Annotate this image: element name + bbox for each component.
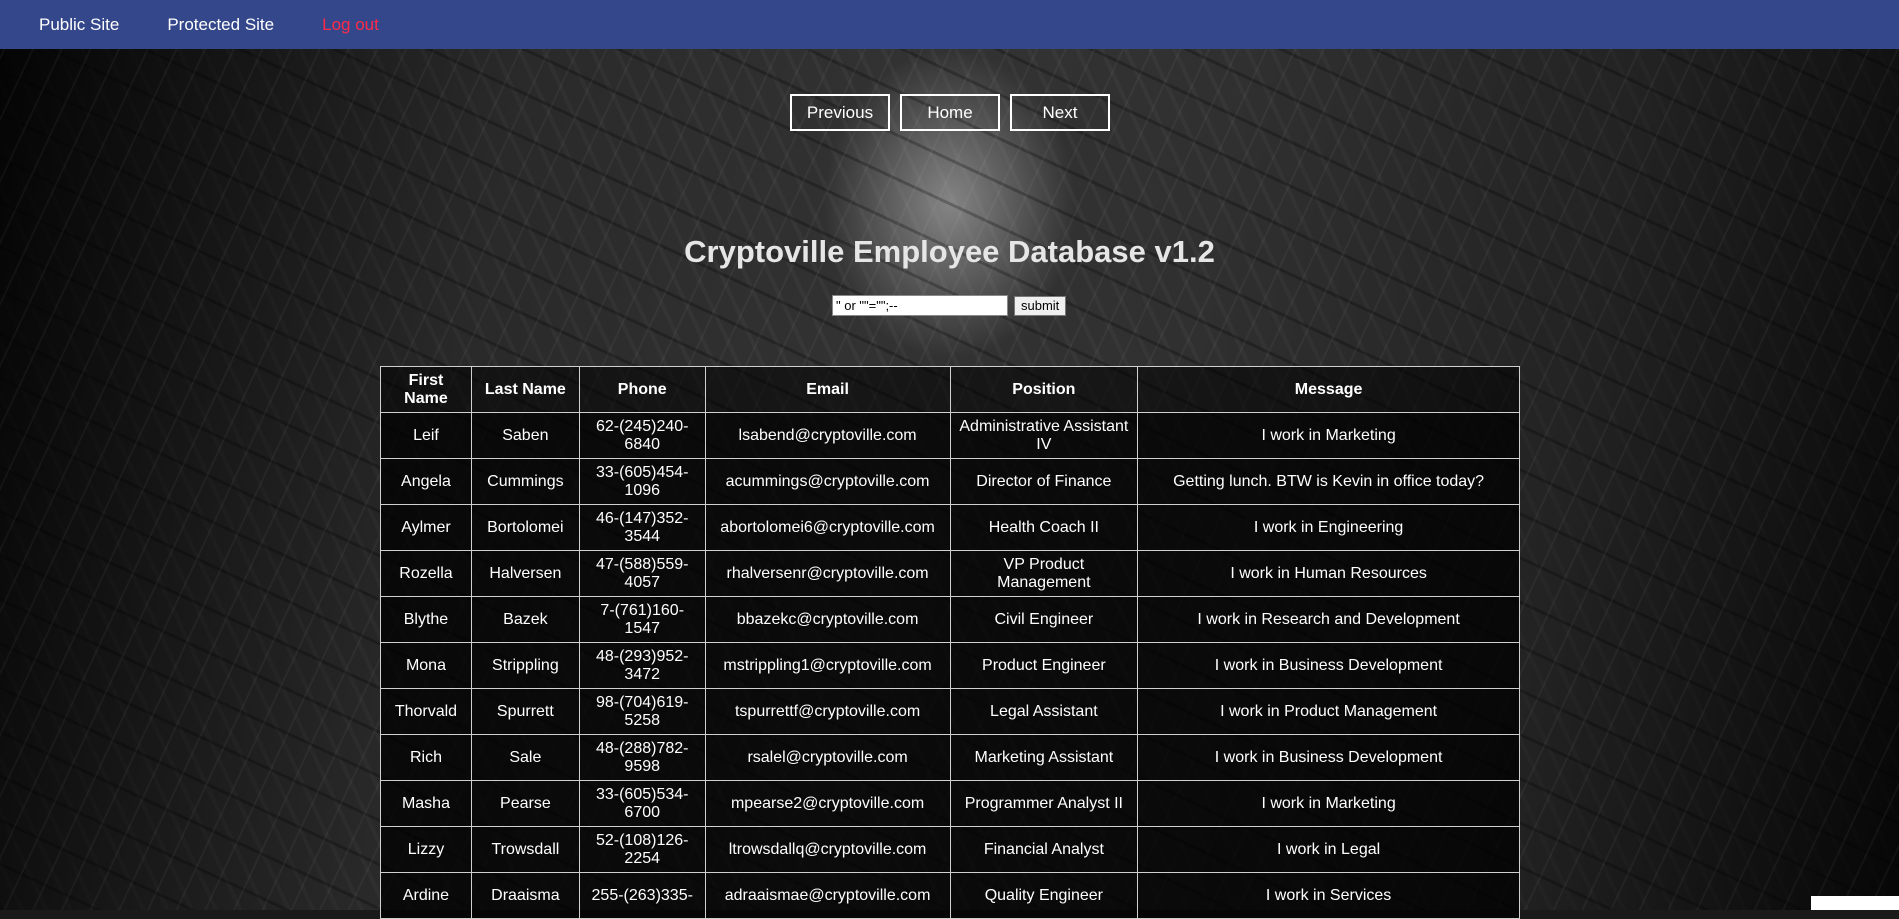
nav-protected-site-link[interactable]: Protected Site: [167, 15, 274, 35]
table-row: Leif Saben 62-(245)240-6840 lsabend@cryptov…: [380, 412, 1520, 459]
phone-cell: 7-(761)160-1547: [578, 596, 706, 643]
table-row: Rich Sale 48-(288)782-9598 rsalel@cryptovil…: [380, 734, 1520, 781]
corner-overlay: [1811, 896, 1899, 910]
table-row: Ardine Draaisma 255-(263)335- adraaismae@cr…: [380, 872, 1520, 919]
position-cell: Financial Analyst: [949, 826, 1139, 873]
email-cell: rsalel@cryptoville.com: [704, 734, 951, 781]
phone-cell: 47-(588)559-4057: [578, 550, 706, 597]
position-cell: Administrative Assistant IV: [949, 412, 1139, 459]
message-cell: I work in Marketing: [1137, 412, 1520, 459]
last-name-cell: Sale: [470, 734, 580, 781]
table-row: Rozella Halversen 47-(588)559-4057 rhalvers…: [380, 550, 1520, 597]
phone-cell: 48-(288)782-9598: [578, 734, 706, 781]
email-cell: ltrowsdallq@cryptoville.com: [704, 826, 951, 873]
message-cell: I work in Legal: [1137, 826, 1520, 873]
last-name-cell: Draaisma: [470, 872, 580, 919]
position-cell: Programmer Analyst II: [949, 780, 1139, 827]
first-name-cell: Masha: [380, 780, 472, 827]
submit-button[interactable]: submit: [1014, 295, 1067, 316]
last-name-cell: Strippling: [470, 642, 580, 689]
last-name-cell: Trowsdall: [470, 826, 580, 873]
position-cell: Director of Finance: [949, 458, 1139, 505]
message-cell: I work in Product Management: [1137, 688, 1520, 735]
phone-cell: 52-(108)126-2254: [578, 826, 706, 873]
nav-public-site-link[interactable]: Public Site: [39, 15, 119, 35]
table-row: Lizzy Trowsdall 52-(108)126-2254 ltrowsdall…: [380, 826, 1520, 873]
first-name-cell: Lizzy: [380, 826, 472, 873]
phone-cell: 98-(704)619-5258: [578, 688, 706, 735]
pagination-controls: Previous Home Next: [790, 94, 1110, 131]
first-name-cell: Mona: [380, 642, 472, 689]
message-cell: I work in Business Development: [1137, 642, 1520, 689]
message-cell: I work in Engineering: [1137, 504, 1520, 551]
message-cell: I work in Business Development: [1137, 734, 1520, 781]
phone-cell: 48-(293)952-3472: [578, 642, 706, 689]
email-cell: tspurrettf@cryptoville.com: [704, 688, 951, 735]
email-cell: abortolomei6@cryptoville.com: [704, 504, 951, 551]
table-row: Angela Cummings 33-(605)454-1096 acummings@…: [380, 458, 1520, 505]
last-name-cell: Spurrett: [470, 688, 580, 735]
last-name-cell: Bazek: [470, 596, 580, 643]
first-name-cell: Aylmer: [380, 504, 472, 551]
position-cell: Product Engineer: [949, 642, 1139, 689]
first-name-cell: Angela: [380, 458, 472, 505]
previous-button[interactable]: Previous: [790, 94, 890, 131]
phone-cell: 255-(263)335-: [578, 872, 706, 919]
page-title: Cryptoville Employee Database v1.2: [684, 234, 1215, 269]
email-cell: rhalversenr@cryptoville.com: [704, 550, 951, 597]
search-input[interactable]: [832, 295, 1008, 316]
table-row: Masha Pearse 33-(605)534-6700 mpearse2@cryp…: [380, 780, 1520, 827]
home-button[interactable]: Home: [900, 94, 1000, 131]
table-row: Thorvald Spurrett 98-(704)619-5258 tspurret…: [380, 688, 1520, 735]
message-cell: I work in Services: [1137, 872, 1520, 919]
position-cell: Quality Engineer: [949, 872, 1139, 919]
table-row: Mona Strippling 48-(293)952-3472 mstripplin…: [380, 642, 1520, 689]
first-name-cell: Leif: [380, 412, 472, 459]
email-cell: adraaismae@cryptoville.com: [704, 872, 951, 919]
header-last-name: Last Name: [470, 366, 580, 413]
phone-cell: 33-(605)534-6700: [578, 780, 706, 827]
last-name-cell: Cummings: [470, 458, 580, 505]
email-cell: bbazekc@cryptoville.com: [704, 596, 951, 643]
first-name-cell: Thorvald: [380, 688, 472, 735]
header-phone: Phone: [578, 366, 706, 413]
last-name-cell: Saben: [470, 412, 580, 459]
email-cell: lsabend@cryptoville.com: [704, 412, 951, 459]
first-name-cell: Blythe: [380, 596, 472, 643]
nav-logout-link[interactable]: Log out: [322, 15, 379, 35]
position-cell: VP Product Management: [949, 550, 1139, 597]
email-cell: mpearse2@cryptoville.com: [704, 780, 951, 827]
last-name-cell: Halversen: [470, 550, 580, 597]
position-cell: Health Coach II: [949, 504, 1139, 551]
first-name-cell: Ardine: [380, 872, 472, 919]
email-cell: acummings@cryptoville.com: [704, 458, 951, 505]
message-cell: I work in Research and Development: [1137, 596, 1520, 643]
header-message: Message: [1137, 366, 1520, 413]
position-cell: Legal Assistant: [949, 688, 1139, 735]
table-row: Blythe Bazek 7-(761)160-1547 bbazekc@crypto…: [380, 596, 1520, 643]
message-cell: Getting lunch. BTW is Kevin in office to…: [1137, 458, 1520, 505]
search-form: submit: [832, 295, 1067, 316]
phone-cell: 46-(147)352-3544: [578, 504, 706, 551]
header-email: Email: [704, 366, 951, 413]
next-button[interactable]: Next: [1010, 94, 1110, 131]
employee-table: First Name Last Name Phone Email Positio…: [380, 366, 1520, 919]
message-cell: I work in Marketing: [1137, 780, 1520, 827]
top-nav-bar: Public Site Protected Site Log out: [0, 0, 1899, 49]
phone-cell: 62-(245)240-6840: [578, 412, 706, 459]
table-row: Aylmer Bortolomei 46-(147)352-3544 abortolo…: [380, 504, 1520, 551]
position-cell: Civil Engineer: [949, 596, 1139, 643]
first-name-cell: Rich: [380, 734, 472, 781]
table-header-row: First Name Last Name Phone Email Positio…: [380, 366, 1520, 413]
phone-cell: 33-(605)454-1096: [578, 458, 706, 505]
message-cell: I work in Human Resources: [1137, 550, 1520, 597]
last-name-cell: Bortolomei: [470, 504, 580, 551]
header-first-name: First Name: [380, 366, 472, 413]
header-position: Position: [949, 366, 1139, 413]
last-name-cell: Pearse: [470, 780, 580, 827]
position-cell: Marketing Assistant: [949, 734, 1139, 781]
first-name-cell: Rozella: [380, 550, 472, 597]
email-cell: mstrippling1@cryptoville.com: [704, 642, 951, 689]
